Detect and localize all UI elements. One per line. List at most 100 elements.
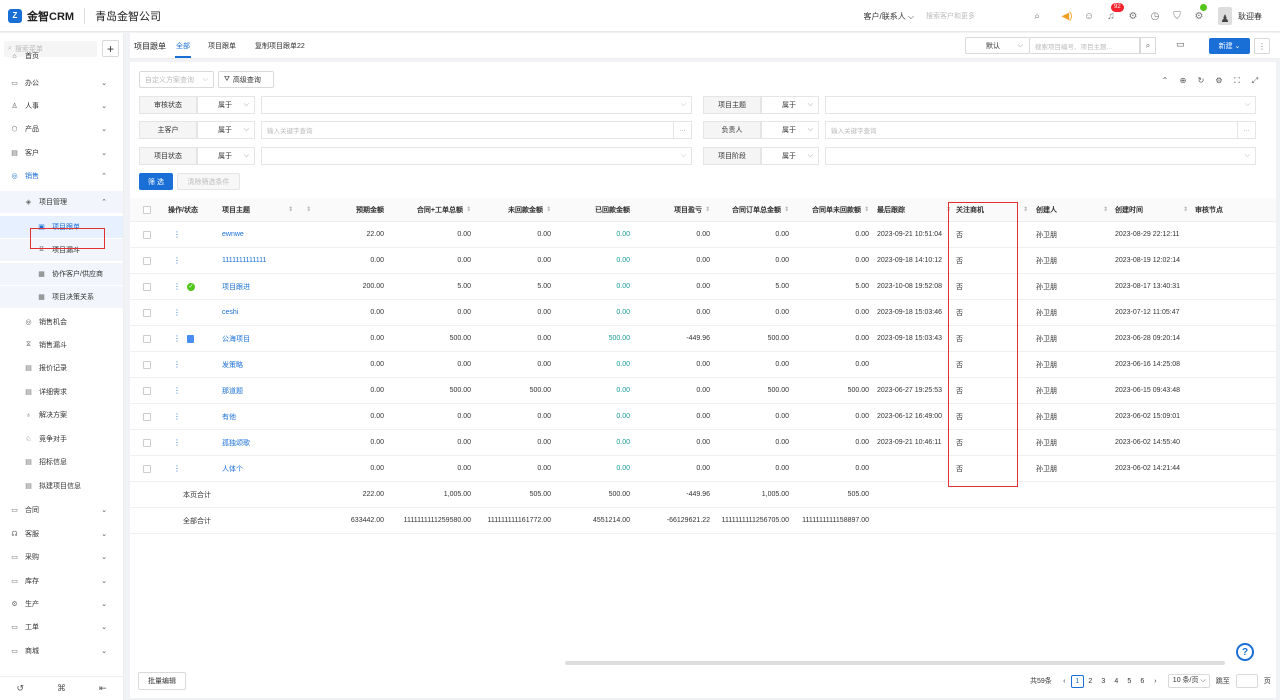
table-row[interactable]: ⋮ 公海项目 0.00 500.00 0.00 500.00 -449.96 500.00 0.… xyxy=(130,326,1276,352)
checkbox[interactable] xyxy=(143,464,151,473)
row-actions[interactable]: ⋮ xyxy=(173,248,181,273)
col-header-order-total[interactable]: 合同订单总金额 ⇕ xyxy=(710,198,789,221)
refresh-icon[interactable]: ↻ xyxy=(1192,76,1210,86)
history-icon[interactable]: ↺ xyxy=(16,683,24,694)
sort-icon[interactable]: ⇕ xyxy=(1020,198,1028,221)
table-row[interactable]: ⋮ 那道题 0.00 500.00 500.00 0.00 0.00 500.00 500.00… xyxy=(130,378,1276,404)
col-header-unpaid[interactable]: 未回款金额 ⇕ xyxy=(471,198,551,221)
next-page-button[interactable]: › xyxy=(1149,678,1162,685)
page-size-select[interactable]: 10 条/页 ⌵ xyxy=(1167,674,1210,688)
sidebar-item-requirements[interactable]: ▤ 详细需求 xyxy=(0,381,123,403)
gear-icon[interactable]: ⚙ xyxy=(1122,0,1144,32)
col-header-paid[interactable]: 已回款金额 xyxy=(551,198,630,221)
row-checkbox[interactable] xyxy=(143,430,151,455)
filter-value-project-stage[interactable]: ⌵ xyxy=(825,147,1256,165)
col-header-created[interactable]: 创建时间 xyxy=(1115,198,1143,221)
new-button[interactable]: 新建 ⌄ xyxy=(1209,38,1250,54)
page-5[interactable]: 5 xyxy=(1123,678,1136,685)
sound-icon[interactable]: ◀) xyxy=(1056,0,1078,32)
table-row[interactable]: ⋮ ewnwe 22.00 0.00 0.00 0.00 0.00 0.00 0.00 2023-… xyxy=(130,222,1276,248)
table-row[interactable]: ⋮ 有他 0.00 0.00 0.00 0.00 0.00 0.00 0.00 2023-06-1… xyxy=(130,404,1276,430)
sidebar-item-decision[interactable]: ▦ 项目决策关系 xyxy=(0,286,123,308)
row-checkbox[interactable] xyxy=(143,274,151,299)
sort-icon[interactable]: ⇕ xyxy=(1180,198,1188,221)
page-6[interactable]: 6 xyxy=(1136,678,1149,685)
more-actions-icon[interactable]: ⋮ xyxy=(173,386,181,395)
checkbox[interactable] xyxy=(143,230,151,239)
project-title-link[interactable]: 1111111111111 xyxy=(222,248,266,273)
filter-op-project-status[interactable]: 属于 ⌵ xyxy=(197,147,255,165)
sidebar-item-work-order[interactable]: ▭ 工单 ⌄ xyxy=(0,616,123,638)
global-search-input[interactable]: 搜索客户和更多 xyxy=(926,11,1026,21)
expand-icon[interactable]: ⤢ xyxy=(1246,76,1264,86)
shield-icon[interactable]: ⛉ xyxy=(1166,0,1188,32)
more-actions-icon[interactable]: ⋮ xyxy=(173,360,181,369)
project-title-link[interactable]: ewnwe xyxy=(222,222,244,247)
page-2[interactable]: 2 xyxy=(1084,678,1097,685)
more-actions-icon[interactable]: ⋮ xyxy=(173,308,181,317)
row-checkbox[interactable] xyxy=(143,352,151,377)
project-title-link[interactable]: 有他 xyxy=(222,404,236,429)
row-checkbox[interactable] xyxy=(143,404,151,429)
app-logo[interactable]: Z 金智CRM xyxy=(8,8,74,24)
sidebar-item-sales-opportunity[interactable]: ◎ 销售机会 xyxy=(0,311,123,333)
tab-project-tracking[interactable]: 项目跟单 xyxy=(208,41,236,51)
table-row[interactable]: ⋮ 人体个 0.00 0.00 0.00 0.00 0.00 0.00 0.00 否孙卫朋 2023… xyxy=(130,456,1276,482)
checkbox[interactable] xyxy=(143,438,151,447)
project-title-link[interactable]: 孤独颂歌 xyxy=(222,430,250,455)
col-header-profit[interactable]: 项目盈亏 ⇕ xyxy=(630,198,710,221)
row-checkbox[interactable] xyxy=(143,326,151,351)
project-title-link[interactable]: 那道题 xyxy=(222,378,243,403)
sidebar-item-planned-projects[interactable]: ▤ 拟建项目信息 xyxy=(0,475,123,497)
filter-op-project-subject[interactable]: 属于 ⌵ xyxy=(761,96,819,114)
clear-filters-button[interactable]: 清除筛选条件 xyxy=(177,173,240,190)
col-header-title[interactable]: 项目主题 xyxy=(222,198,250,221)
row-checkbox[interactable] xyxy=(143,300,151,325)
settings-icon[interactable]: ⚙ xyxy=(1210,76,1228,86)
page-4[interactable]: 4 xyxy=(1110,678,1123,685)
more-actions-icon[interactable]: ⋮ xyxy=(173,256,181,265)
sort-icon[interactable]: ⇕ xyxy=(285,198,293,221)
filter-value-owner[interactable]: 输入关键字查询 ··· xyxy=(825,121,1256,139)
goto-page-input[interactable] xyxy=(1235,674,1258,688)
user-name[interactable]: 耿迎春 xyxy=(1238,11,1262,22)
page-1[interactable]: 1 xyxy=(1070,674,1084,688)
row-actions[interactable]: ⋮ xyxy=(173,378,181,403)
table-row[interactable]: ⋮ ceshi 0.00 0.00 0.00 0.00 0.00 0.00 0.00 2023-0… xyxy=(130,300,1276,326)
row-actions[interactable]: ⋮ ✓ xyxy=(173,274,195,299)
add-circle-icon[interactable]: ⊕ xyxy=(1174,76,1192,86)
table-row[interactable]: ⋮ 发策略 0.00 0.00 0.00 0.00 0.00 0.00 0.00 否孙卫朋 2023… xyxy=(130,352,1276,378)
link-icon[interactable]: ⌘ xyxy=(57,683,66,694)
checkbox[interactable] xyxy=(143,412,151,421)
sidebar-item-customer[interactable]: ▤ 客户 ⌄ xyxy=(0,142,123,164)
sidebar-item-project-mgmt[interactable]: ◈ 项目管理 ⌃ xyxy=(0,191,123,213)
sidebar-item-home[interactable]: ⌂ 首页 xyxy=(0,45,123,67)
project-title-link[interactable]: ceshi xyxy=(222,300,238,325)
sidebar-item-office[interactable]: ▭ 办公 ⌄ xyxy=(0,72,123,94)
filter-op-audit-status[interactable]: 属于 ⌵ xyxy=(197,96,255,114)
prev-page-button[interactable]: ‹ xyxy=(1058,678,1071,685)
checkbox[interactable] xyxy=(143,334,151,343)
project-title-link[interactable]: 发策略 xyxy=(222,352,243,377)
sidebar-item-bids[interactable]: ▤ 招标信息 xyxy=(0,451,123,473)
collapse-icon[interactable]: ⇤ xyxy=(99,683,107,694)
more-actions-icon[interactable]: ⋮ xyxy=(173,412,181,421)
filter-op-main-customer[interactable]: 属于 ⌵ xyxy=(197,121,255,139)
more-actions-icon[interactable]: ⋮ xyxy=(173,334,181,343)
sidebar-item-purchase[interactable]: ▭ 采购 ⌄ xyxy=(0,546,123,568)
select-all-checkbox[interactable] xyxy=(143,198,151,221)
sort-icon[interactable]: ⇕ xyxy=(864,206,869,213)
col-header-order-unpaid[interactable]: 合同单未回款额 ⇕ xyxy=(789,198,869,221)
row-checkbox[interactable] xyxy=(143,222,151,247)
col-header-audit-node[interactable]: 审核节点 xyxy=(1195,198,1223,221)
sidebar-item-inventory[interactable]: ▭ 库存 ⌄ xyxy=(0,570,123,592)
fullscreen-icon[interactable]: ⛶ xyxy=(1228,76,1246,86)
sidebar-item-product[interactable]: ⬡ 产品 ⌄ xyxy=(0,118,123,140)
help-button[interactable]: ? xyxy=(1236,643,1254,661)
checkbox[interactable] xyxy=(143,360,151,369)
filter-op-owner[interactable]: 属于 ⌵ xyxy=(761,121,819,139)
page-3[interactable]: 3 xyxy=(1097,678,1110,685)
col-header-last-track[interactable]: 最后跟踪 xyxy=(877,198,905,221)
checkbox[interactable] xyxy=(143,386,151,395)
search-icon[interactable]: ⌕ xyxy=(1026,0,1048,32)
